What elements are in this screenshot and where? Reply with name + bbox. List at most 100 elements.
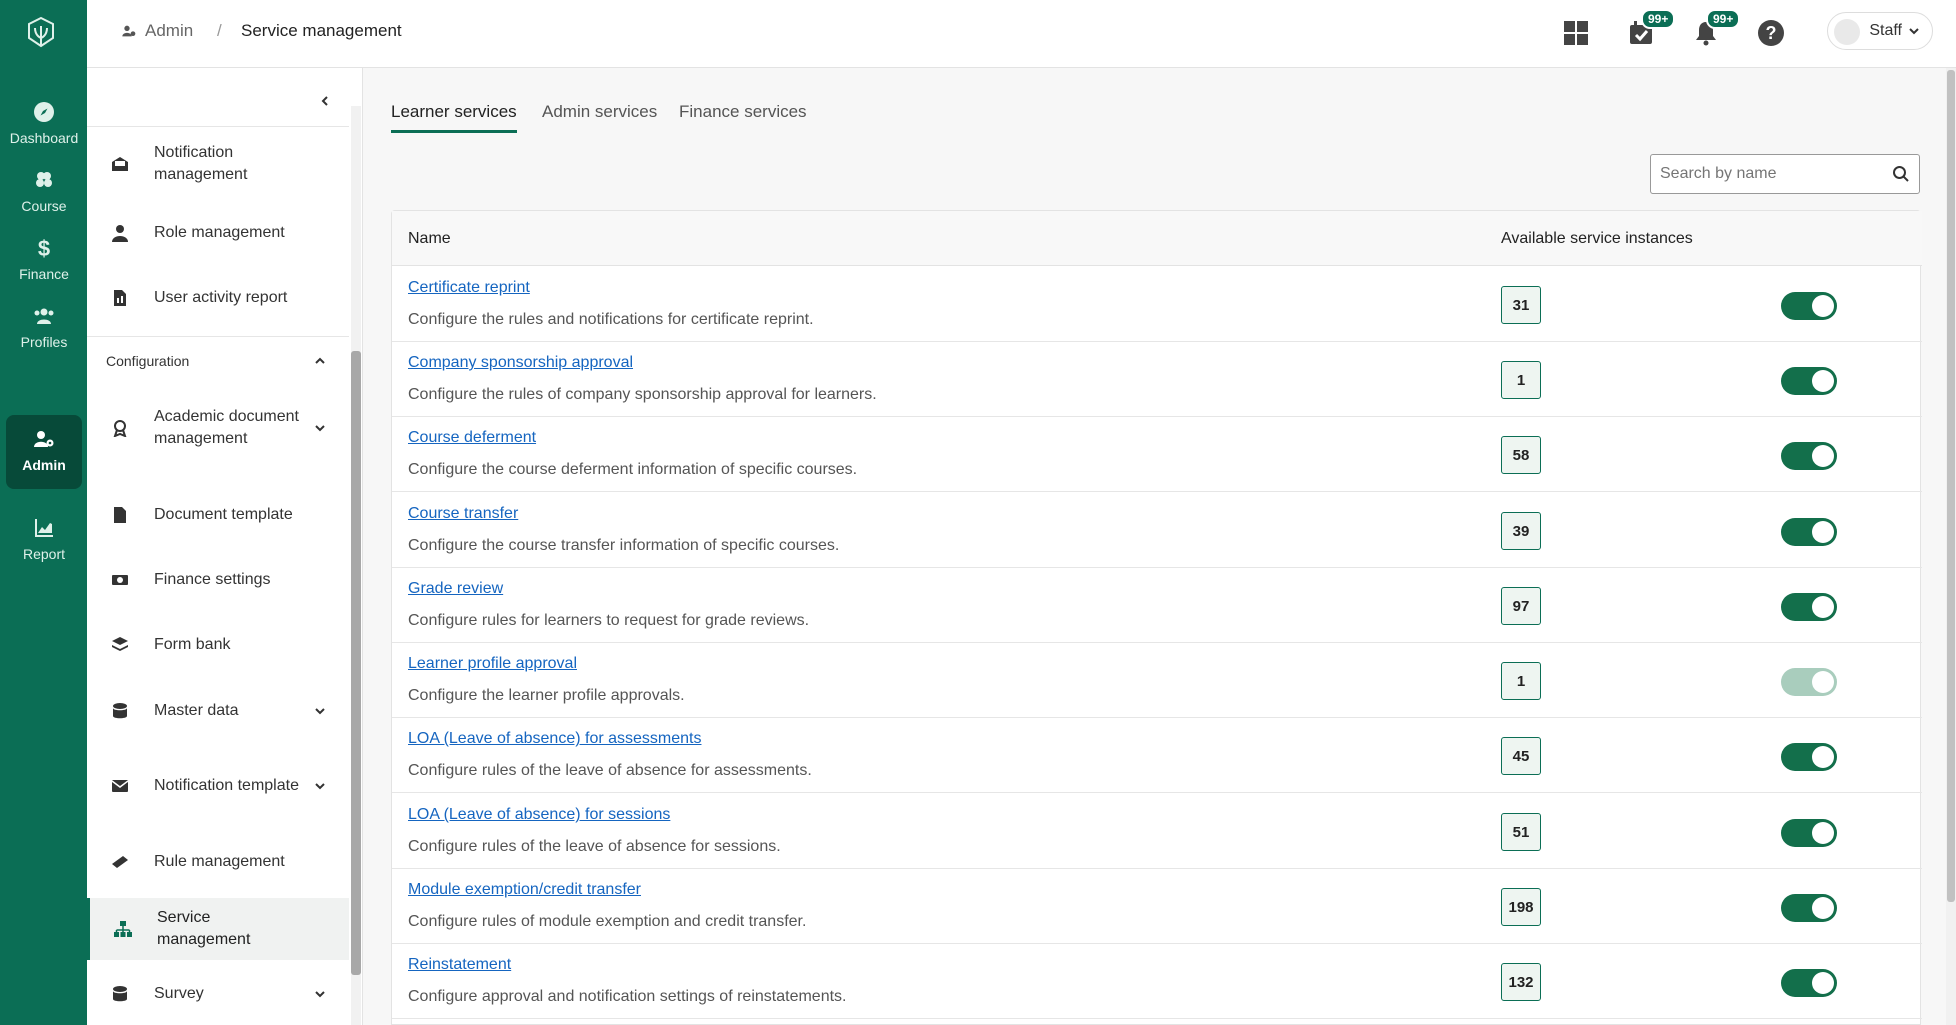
notifications-button[interactable]: 99+ xyxy=(1689,9,1741,50)
sidebar-item-form-bank[interactable]: Form bank xyxy=(87,622,349,668)
users-icon xyxy=(34,308,54,324)
tasks-button[interactable]: 99+ xyxy=(1624,9,1676,50)
rail-item-course[interactable]: Course xyxy=(6,156,82,230)
rail-item-finance[interactable]: $ Finance xyxy=(6,224,82,298)
service-toggle[interactable] xyxy=(1781,894,1837,922)
service-link[interactable]: Learner profile approval xyxy=(408,655,577,673)
sidebar-item-academic-document-management[interactable]: Academic document management xyxy=(87,393,349,463)
sidebar-item-notification-template[interactable]: Notification template xyxy=(87,758,349,814)
rail-item-dashboard[interactable]: Dashboard xyxy=(6,88,82,162)
dollar-icon: $ xyxy=(38,236,50,260)
database-icon xyxy=(113,986,127,1002)
divider xyxy=(87,126,349,127)
sidebar-item-label: Notification template xyxy=(154,777,299,794)
service-description: Configure rules of module exemption and … xyxy=(408,913,807,930)
envelope-icon xyxy=(111,780,129,792)
rail-item-profiles[interactable]: Profiles xyxy=(6,292,82,366)
section-label: Configuration xyxy=(106,353,190,369)
services-table: Name Available service instances Certifi… xyxy=(391,210,1922,1025)
sidebar-item-label: User activity report xyxy=(154,289,288,306)
column-header-name: Name xyxy=(408,230,451,247)
tab-admin-services[interactable]: Admin services xyxy=(542,102,657,130)
rail-item-admin[interactable]: Admin xyxy=(6,415,82,489)
main-content: Learner services Admin services Finance … xyxy=(363,68,1956,1025)
app-logo-icon[interactable] xyxy=(23,14,59,50)
service-description: Configure the rules and notifications fo… xyxy=(408,311,814,328)
service-description: Configure the learner profile approvals. xyxy=(408,687,685,704)
service-link[interactable]: Module exemption/credit transfer xyxy=(408,881,641,899)
chevron-down-icon xyxy=(1909,28,1919,35)
service-link[interactable]: Certificate reprint xyxy=(408,279,530,297)
service-description: Configure the rules of company sponsorsh… xyxy=(408,386,877,403)
service-link[interactable]: Reinstatement xyxy=(408,956,511,974)
tasks-badge: 99+ xyxy=(1641,9,1676,29)
service-toggle[interactable] xyxy=(1781,518,1837,546)
service-toggle[interactable] xyxy=(1781,593,1837,621)
table-row: Module exemption/credit transfer Configu… xyxy=(392,869,1922,944)
service-link[interactable]: Course transfer xyxy=(408,505,518,523)
sidebar-item-label: Master data xyxy=(154,702,239,719)
sidebar-item-document-template[interactable]: Document template xyxy=(87,492,349,538)
column-header-instances: Available service instances xyxy=(1501,230,1693,247)
service-link[interactable]: Course deferment xyxy=(408,429,536,447)
service-link[interactable]: Grade review xyxy=(408,580,503,598)
service-link[interactable]: LOA (Leave of absence) for assessments xyxy=(408,730,701,748)
top-bar: Admin / Service management 99+ 99+ ? Sta… xyxy=(87,0,1956,68)
tab-learner-services[interactable]: Learner services xyxy=(391,102,517,133)
instance-count: 51 xyxy=(1501,813,1541,851)
rail-item-report[interactable]: Report xyxy=(6,504,82,578)
sidebar-scrollbar-thumb[interactable] xyxy=(351,351,361,975)
help-button[interactable]: ? xyxy=(1754,16,1788,50)
service-toggle[interactable] xyxy=(1781,819,1837,847)
service-toggle[interactable] xyxy=(1781,367,1837,395)
chevron-left-icon xyxy=(321,96,328,106)
table-row: Grade review Configure rules for learner… xyxy=(392,568,1922,643)
user-menu[interactable]: Staff xyxy=(1827,12,1933,50)
award-icon xyxy=(113,420,127,437)
service-toggle[interactable] xyxy=(1781,743,1837,771)
course-icon xyxy=(36,172,52,187)
instance-count: 132 xyxy=(1501,963,1541,1001)
chevron-down-icon xyxy=(315,991,325,998)
sidebar-item-user-activity-report[interactable]: User activity report xyxy=(87,275,349,321)
rail-label: Admin xyxy=(22,457,66,473)
service-toggle xyxy=(1781,668,1837,696)
main-scrollbar-thumb[interactable] xyxy=(1947,70,1955,902)
avatar xyxy=(1834,19,1860,45)
search-input[interactable] xyxy=(1660,165,1880,183)
rail-label: Profiles xyxy=(20,334,68,350)
chevron-down-icon xyxy=(315,708,325,715)
breadcrumb-parent[interactable]: Admin xyxy=(121,21,193,41)
sidebar-item-service-management[interactable]: Service management xyxy=(87,898,349,960)
service-link[interactable]: Company sponsorship approval xyxy=(408,354,633,372)
secondary-sidebar: Notification management Role management … xyxy=(87,68,363,1025)
sidebar-item-survey[interactable]: Survey xyxy=(87,971,349,1017)
sidebar-item-role-management[interactable]: Role management xyxy=(87,210,349,256)
service-toggle[interactable] xyxy=(1781,969,1837,997)
service-description: Configure rules of the leave of absence … xyxy=(408,762,812,779)
table-row: LOA (Leave of absence) for sessions Conf… xyxy=(392,794,1922,869)
user-label: Staff xyxy=(1869,22,1902,39)
sidebar-item-master-data[interactable]: Master data xyxy=(87,688,349,734)
table-row: LOA (Leave of absence) for assessments C… xyxy=(392,718,1922,793)
table-row: Course deferment Configure the course de… xyxy=(392,417,1922,492)
sidebar-item-label: Form bank xyxy=(154,636,231,653)
collapse-sidebar-button[interactable] xyxy=(312,88,338,114)
sidebar-item-label: Survey xyxy=(154,985,204,1002)
breadcrumb-parent-label: Admin xyxy=(145,21,194,40)
service-toggle[interactable] xyxy=(1781,442,1837,470)
sidebar-item-rule-management[interactable]: Rule management xyxy=(87,839,349,885)
section-configuration[interactable]: Configuration xyxy=(87,343,349,379)
file-report-icon xyxy=(114,290,126,306)
service-toggle[interactable] xyxy=(1781,292,1837,320)
sidebar-item-finance-settings[interactable]: Finance settings xyxy=(87,557,349,603)
apps-grid-button[interactable] xyxy=(1559,16,1593,50)
user-gear-icon xyxy=(34,431,54,447)
sidebar-item-notification-management[interactable]: Notification management xyxy=(87,136,349,192)
chevron-up-icon xyxy=(315,357,325,364)
service-link[interactable]: LOA (Leave of absence) for sessions xyxy=(408,806,670,824)
tab-finance-services[interactable]: Finance services xyxy=(679,102,807,130)
table-row: Certificate reprint Configure the rules … xyxy=(392,267,1922,342)
search-icon[interactable] xyxy=(1892,165,1910,183)
sidebar-item-label: Role management xyxy=(154,224,285,241)
